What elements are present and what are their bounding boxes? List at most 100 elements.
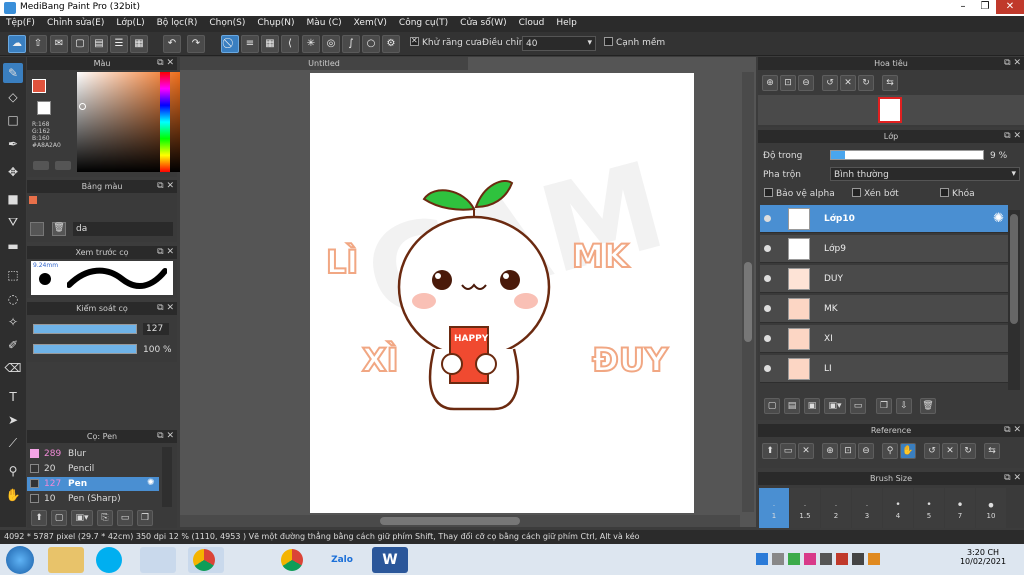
document-tab[interactable]: Untitled [180, 57, 468, 70]
start-button[interactable] [6, 546, 34, 574]
clipping-checkbox[interactable] [852, 188, 861, 197]
color-swap-icon[interactable] [55, 161, 71, 170]
grid-snap-icon[interactable]: ▦ [261, 35, 279, 53]
menu-snap[interactable]: Chụp(N) [251, 16, 300, 28]
layer-row-li[interactable]: LI [760, 355, 1008, 383]
eye-icon[interactable] [764, 215, 771, 222]
new-layer-1bit-icon[interactable]: ▣ [804, 398, 820, 414]
duplicate-icon[interactable]: ❐ [137, 510, 153, 526]
menu-color[interactable]: Màu (C) [301, 16, 348, 28]
protect-alpha-checkbox[interactable] [764, 188, 773, 197]
brush-size-option[interactable]: · 3 [852, 488, 882, 528]
zoom-in-icon[interactable]: ⊕ [762, 75, 778, 91]
select-pen-icon[interactable]: ✐ [3, 335, 23, 355]
close-button[interactable]: ✕ [996, 0, 1024, 14]
pen-tool-icon[interactable]: ✒ [3, 134, 23, 154]
zoom-fit-icon[interactable]: ⊡ [840, 443, 856, 459]
layer-row-lop10[interactable]: Lớp10 ✺ [760, 205, 1008, 233]
curve-icon[interactable]: ∫ [342, 35, 360, 53]
open-folder-icon[interactable]: ▭ [780, 443, 796, 459]
adjust-input[interactable]: 40 ▾ [522, 36, 596, 51]
layer-folder-icon[interactable]: ▭ [850, 398, 866, 414]
system-tray-icons[interactable] [756, 553, 906, 567]
menu-window[interactable]: Cửa sổ(W) [454, 16, 512, 28]
divide-tool-icon[interactable]: ⟋ [3, 433, 23, 453]
maximize-button[interactable]: ❐ [974, 0, 996, 14]
bucket-tool-icon[interactable]: ⛛ [3, 212, 23, 232]
eye-icon[interactable] [764, 245, 771, 252]
add-brush-icon[interactable]: ⬆ [31, 510, 47, 526]
gear-icon[interactable]: ✺ [147, 478, 155, 488]
zoom-out-icon[interactable]: ⊖ [798, 75, 814, 91]
upload-reference-icon[interactable]: ⬆ [762, 443, 778, 459]
brush-list-scrollbar[interactable] [162, 447, 172, 507]
brush-size-option[interactable]: • 5 [914, 488, 944, 528]
duplicate-layer-icon[interactable]: ❐ [876, 398, 892, 414]
new-layer-8bit-icon[interactable]: ▤ [784, 398, 800, 414]
reset-view-icon[interactable]: ✕ [942, 443, 958, 459]
delete-layer-icon[interactable]: 🗑 [920, 398, 936, 414]
layer-list-scrollbar[interactable] [1008, 210, 1020, 390]
antialias-checkbox[interactable] [410, 36, 419, 46]
brush-size-slider[interactable] [33, 324, 137, 334]
document-icon[interactable]: ▤ [90, 35, 108, 53]
brush-size-value[interactable]: 127 [143, 323, 169, 335]
brush-menu-icon[interactable]: ▣▾ [71, 510, 93, 526]
hand-tool-icon[interactable]: ✋ [3, 485, 23, 505]
redo-icon[interactable]: ↷ [187, 35, 205, 53]
menu-view[interactable]: Xem(V) [348, 16, 393, 28]
layer-menu-icon[interactable]: ▣▾ [824, 398, 846, 414]
layer-row-mk[interactable]: MK [760, 295, 1008, 323]
menu-layer[interactable]: Lớp(L) [110, 16, 150, 28]
document-canvas[interactable]: CAM LÌ MK XÌ ĐUY HAPPY [310, 73, 694, 513]
close-icon[interactable]: ⧉ ✕ [1004, 472, 1021, 485]
text-tool-icon[interactable]: T [3, 387, 23, 407]
eye-icon[interactable] [764, 335, 771, 342]
select-rect-icon[interactable]: ⬚ [3, 265, 23, 285]
menu-help[interactable]: Help [550, 16, 583, 28]
eye-icon[interactable] [764, 275, 771, 282]
background-color-swatch[interactable] [37, 101, 51, 115]
brush-size-option[interactable]: • 7 [945, 488, 975, 528]
skype-taskbar-icon[interactable] [96, 547, 122, 573]
magic-wand-icon[interactable]: ✧ [3, 312, 23, 332]
brush-size-option[interactable]: • 4 [883, 488, 913, 528]
snap-off-icon[interactable]: ⃠ [221, 35, 239, 53]
menu-select[interactable]: Chọn(S) [203, 16, 251, 28]
eye-icon[interactable] [764, 365, 771, 372]
new-file-icon[interactable]: ▢ [71, 35, 89, 53]
close-icon[interactable]: ⧉ ✕ [157, 180, 174, 193]
close-icon[interactable]: ⧉ ✕ [1004, 57, 1021, 70]
brush-size-option[interactable]: · 2 [821, 488, 851, 528]
concentric-icon[interactable]: ◎ [322, 35, 340, 53]
brush-item-pen-sharp[interactable]: 10 Pen (Sharp) [27, 492, 159, 506]
minimize-button[interactable]: – [952, 0, 974, 14]
circle-icon[interactable]: ○ [362, 35, 380, 53]
flip-icon[interactable]: ⇆ [882, 75, 898, 91]
flip-icon[interactable]: ⇆ [984, 443, 1000, 459]
rotate-left-icon[interactable]: ↺ [924, 443, 940, 459]
upload-icon[interactable]: ⇧ [29, 35, 47, 53]
close-icon[interactable]: ⧉ ✕ [157, 246, 174, 259]
rotate-right-icon[interactable]: ↻ [960, 443, 976, 459]
color-option-icon[interactable] [33, 161, 49, 170]
merge-layer-icon[interactable]: ⇩ [896, 398, 912, 414]
layer-row-lop9[interactable]: Lớp9 [760, 235, 1008, 263]
menu-cloud[interactable]: Cloud [513, 16, 551, 28]
new-layer-icon[interactable]: ▢ [764, 398, 780, 414]
hue-slider[interactable] [160, 72, 170, 172]
brush-size-option[interactable]: · 1 [759, 488, 789, 528]
zalo-taskbar-icon[interactable]: Zalo [324, 547, 360, 573]
lock-checkbox[interactable] [940, 188, 949, 197]
smooth-checkbox[interactable] [604, 37, 613, 46]
copy-brush-icon[interactable]: ⎘ [97, 510, 113, 526]
rotate-left-icon[interactable]: ↺ [822, 75, 838, 91]
palette-swatch[interactable] [29, 196, 37, 204]
perspective-icon[interactable]: ⟨ [281, 35, 299, 53]
zoom-out-icon[interactable]: ⊖ [858, 443, 874, 459]
hand-icon[interactable]: ✋ [900, 443, 916, 459]
move-tool-icon[interactable]: ✥ [3, 162, 23, 182]
radial-icon[interactable]: ✳ [302, 35, 320, 53]
navigator-preview[interactable] [758, 95, 1024, 125]
layer-opacity-slider[interactable] [830, 150, 984, 160]
